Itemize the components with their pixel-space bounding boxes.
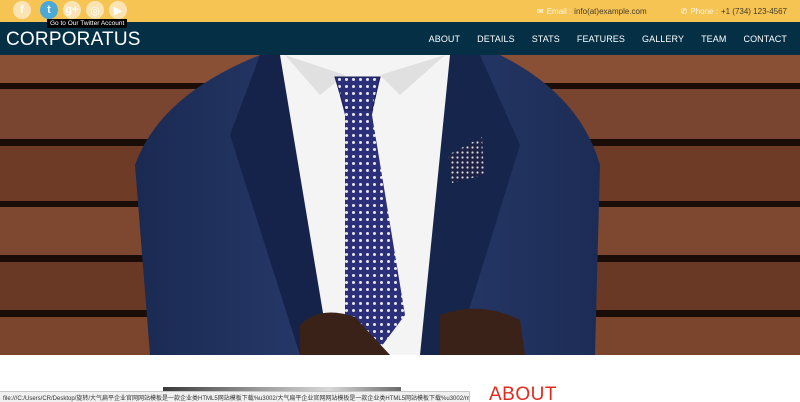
social-links: f t g+ ◎ ▶: [13, 1, 127, 19]
nav-features[interactable]: FEATURES: [577, 34, 625, 44]
nav-gallery[interactable]: GALLERY: [642, 34, 684, 44]
nav-stats[interactable]: STATS: [532, 34, 560, 44]
nav-details[interactable]: DETAILS: [477, 34, 515, 44]
phone-icon: ✆: [680, 6, 688, 16]
top-bar: f t g+ ◎ ▶ Go to Our Twitter Account ✉ E…: [0, 0, 800, 28]
youtube-icon[interactable]: ▶: [109, 1, 127, 19]
page: f t g+ ◎ ▶ Go to Our Twitter Account ✉ E…: [0, 0, 800, 402]
phone-label: Phone :: [690, 6, 718, 16]
email-value[interactable]: info(at)example.com: [574, 7, 646, 16]
nav-about[interactable]: ABOUT: [429, 34, 461, 44]
main-nav: ABOUT DETAILS STATS FEATURES GALLERY TEA…: [412, 22, 787, 55]
contact-info: ✉ Email : info(at)example.com ✆ Phone : …: [537, 0, 787, 22]
nav-team[interactable]: TEAM: [701, 34, 726, 44]
nav-contact[interactable]: CONTACT: [743, 34, 787, 44]
envelope-icon: ✉: [537, 6, 544, 16]
phone-value[interactable]: +1 (734) 123-4567: [721, 7, 787, 16]
email-item[interactable]: ✉ Email : info(at)example.com: [537, 7, 647, 16]
hero-image: [0, 55, 800, 355]
google-plus-icon[interactable]: g+: [63, 1, 81, 19]
instagram-icon[interactable]: ◎: [86, 1, 104, 19]
brand-logo[interactable]: CORPORATUS: [6, 29, 141, 51]
email-label: Email :: [546, 6, 572, 16]
twitter-tooltip: Go to Our Twitter Account: [47, 19, 128, 28]
phone-item[interactable]: ✆ Phone : +1 (734) 123-4567: [681, 7, 787, 16]
twitter-icon[interactable]: t: [40, 1, 58, 19]
facebook-icon[interactable]: f: [13, 1, 31, 19]
about-heading: ABOUT: [489, 384, 557, 402]
browser-status-url: file:///C:/Users/CR/Desktop/旋转/大气扁平企业官网网…: [0, 391, 470, 402]
